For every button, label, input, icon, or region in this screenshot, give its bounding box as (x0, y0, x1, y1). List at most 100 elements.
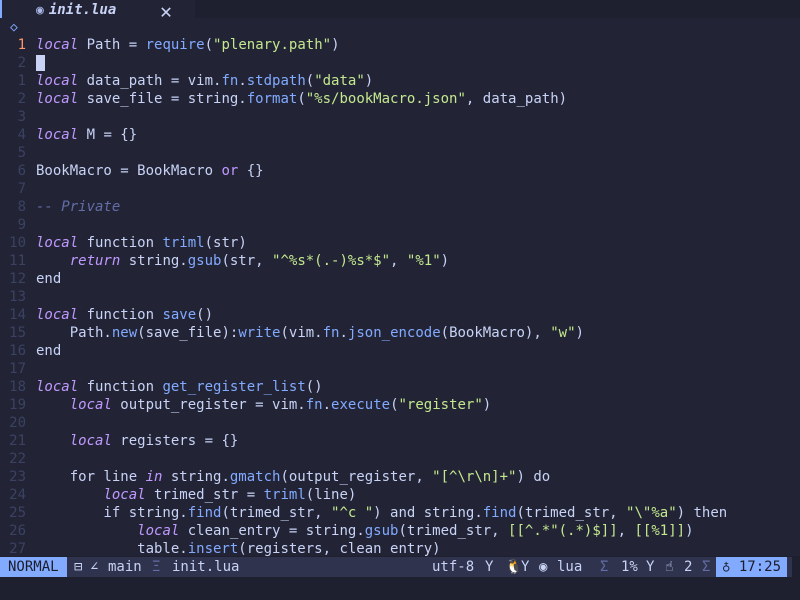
code-text: local function save() (36, 307, 214, 323)
code-line[interactable]: 1 local data_path = vim.fn.stdpath("data"… (0, 72, 374, 90)
code-line[interactable]: 12 end (0, 270, 61, 288)
code-text: local trimed_str = triml(line) (103, 487, 357, 503)
line-number: 11 (9, 253, 26, 269)
code-line[interactable]: 8 -- Private (0, 198, 121, 216)
line-number: 21 (9, 433, 26, 449)
code-text: end (36, 343, 62, 359)
editor-buffer[interactable]: ◇ 1 local Path = require("plenary.path") 2… (0, 18, 800, 556)
tab-filename: init.lua (48, 2, 117, 18)
code-text: local function triml(str) (36, 235, 247, 251)
code-line[interactable]: 26 local clean_entry = string.gsub(trime… (0, 522, 693, 540)
code-line[interactable]: 15 Path.new(save_file):write(vim.fn.json… (0, 324, 584, 342)
clients-separator: Σ (702, 559, 711, 575)
code-line[interactable]: 22 (0, 450, 26, 468)
git-branch: main (108, 559, 142, 575)
text-cursor (36, 55, 45, 71)
code-text: table.insert(registers, clean_entry) (36, 541, 441, 556)
line-number: 2 (17, 55, 26, 71)
code-line[interactable]: 19 local output_register = vim.fn.execut… (0, 396, 491, 414)
line-number: 22 (9, 451, 26, 467)
line-number: 24 (9, 487, 26, 503)
line-number: 1 (17, 73, 26, 89)
code-text: BookMacro = BookMacro or {} (36, 163, 264, 179)
code-text: if string.find(trimed_str, "^c ") and st… (36, 505, 728, 521)
code-text: local registers = {} (69, 433, 239, 449)
code-text: local data_path = vim.fn.stdpath("data") (36, 73, 374, 89)
file-encoding: utf-8 (432, 559, 475, 575)
percent-icon: Y (646, 559, 655, 575)
code-line[interactable]: 3 (0, 108, 26, 126)
line-number: 20 (9, 415, 26, 431)
tab-init-lua[interactable]: ◉ init.lua ✕ (0, 0, 195, 23)
code-line[interactable]: 16 end (0, 342, 61, 360)
line-number: 3 (17, 109, 26, 125)
encoding-icon: Y (485, 559, 494, 575)
os-icon: 🐧 (505, 559, 523, 575)
code-line[interactable]: 11 return string.gsub(str, "^%s*(.-)%s*$… (0, 252, 449, 270)
code-text: local save_file = string.format("%s/book… (36, 91, 568, 107)
clock-icon: ♁ (722, 559, 731, 575)
code-line[interactable]: 5 (0, 144, 26, 162)
line-number: 5 (17, 145, 26, 161)
code-text: local M = {} (36, 127, 138, 143)
statusline: NORMAL ⊟ ∠ main Ξ init.lua utf-8 Y 🐧 Y ◉… (0, 557, 800, 577)
line-number: 1 (17, 37, 26, 53)
git-icon: ⊟ (74, 559, 83, 575)
code-line[interactable]: 14 local function save() (0, 306, 213, 324)
code-line[interactable]: 25 if string.find(trimed_str, "^c ") and… (0, 504, 727, 522)
line-number: 19 (9, 397, 26, 413)
code-line[interactable]: 17 (0, 360, 26, 378)
code-line[interactable]: 20 (0, 414, 26, 432)
code-line[interactable]: 10 local function triml(str) (0, 234, 247, 252)
code-line[interactable]: 13 (0, 288, 26, 306)
line-number: 15 (9, 325, 26, 341)
code-text (36, 54, 45, 72)
code-text: end (36, 271, 62, 287)
line-number: 25 (9, 505, 26, 521)
mode-indicator: NORMAL (0, 557, 67, 577)
filetype-separator: Σ (600, 559, 609, 575)
line-number: 17 (9, 361, 26, 377)
code-line[interactable]: 2 (0, 54, 45, 72)
code-line[interactable]: 4 local M = {} (0, 126, 138, 144)
code-text: local output_register = vim.fn.execute("… (69, 397, 492, 413)
code-text: for line in string.gmatch(output_registe… (36, 469, 551, 485)
code-line[interactable]: 1 local Path = require("plenary.path") (0, 36, 340, 54)
command-line[interactable] (0, 578, 800, 600)
line-number: 10 (9, 235, 26, 251)
code-line[interactable]: 27 table.insert(registers, clean_entry) (0, 540, 440, 556)
code-text: return string.gsub(str, "^%s*(.-)%s*$", … (69, 253, 450, 269)
line-number: 13 (9, 289, 26, 305)
os-suffix: Y (521, 559, 530, 575)
branch-icon: ∠ (90, 559, 99, 575)
line-number: 7 (17, 181, 26, 197)
line-number: 8 (17, 199, 26, 215)
code-line[interactable]: 23 for line in string.gmatch(output_regi… (0, 468, 550, 486)
code-text: -- Private (36, 199, 121, 215)
lsp-clients-icon: ☝ (665, 559, 674, 575)
lua-icon: ◉ (36, 2, 44, 18)
filetype: lua (557, 559, 583, 575)
clock-time: 17:25 (738, 559, 782, 575)
code-line[interactable]: 24 local trimed_str = triml(line) (0, 486, 356, 504)
diagnostic-sign-icon: ◇ (10, 20, 18, 35)
line-number: 26 (9, 523, 26, 539)
lsp-clients-count: 2 (684, 559, 693, 575)
code-line[interactable]: 9 (0, 216, 26, 234)
line-number: 23 (9, 469, 26, 485)
line-number: 16 (9, 343, 26, 359)
code-line[interactable]: 2 local save_file = string.format("%s/boo… (0, 90, 568, 108)
line-number: 14 (9, 307, 26, 323)
scroll-percent: 1% (621, 559, 638, 575)
filetype-icon: ◉ (539, 559, 548, 575)
code-text: Path.new(save_file):write(vim.fn.json_en… (36, 325, 584, 341)
code-line[interactable]: 18 local function get_register_list() (0, 378, 322, 396)
code-text: local Path = require("plenary.path") (36, 37, 340, 53)
code-text: local clean_entry = string.gsub(trimed_s… (137, 523, 694, 539)
code-line[interactable]: 6 BookMacro = BookMacro or {} (0, 162, 264, 180)
code-line[interactable]: 7 (0, 180, 26, 198)
code-line[interactable]: 21 local registers = {} (0, 432, 238, 450)
line-number: 9 (17, 217, 26, 233)
line-number: 18 (9, 379, 26, 395)
line-number: 27 (9, 541, 26, 556)
